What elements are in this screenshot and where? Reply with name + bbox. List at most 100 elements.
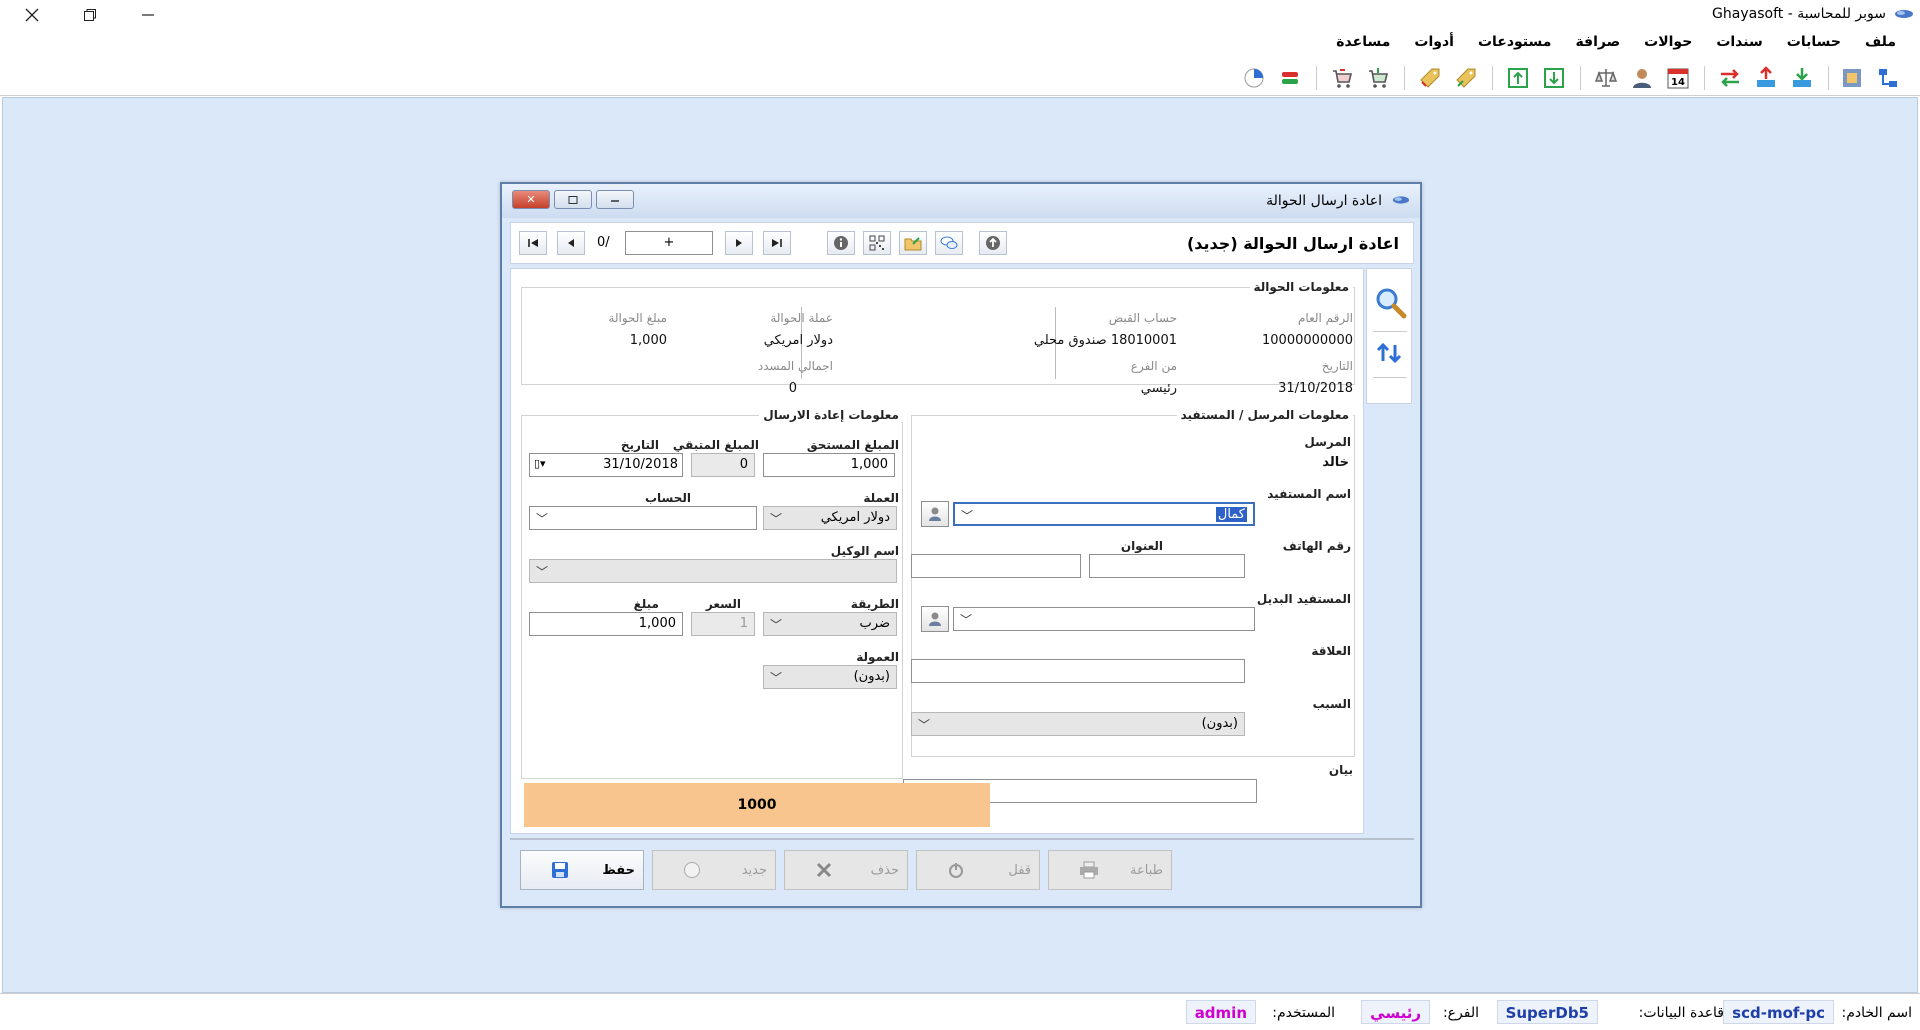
menu-help[interactable]: مساعدة <box>1324 30 1402 58</box>
qr-code-icon[interactable] <box>863 231 891 255</box>
card-icon[interactable] <box>1840 66 1864 90</box>
menu-exchange[interactable]: صرافة <box>1563 30 1632 58</box>
print-button[interactable]: طباعة <box>1048 850 1172 890</box>
menu-accounts[interactable]: حسابات <box>1775 30 1853 58</box>
resend-currency-value: دولار امريكي <box>820 510 890 525</box>
general-no-label: الرقم العام <box>1297 311 1353 325</box>
calendar-icon[interactable]: 14 <box>1666 66 1690 90</box>
dialog-minimize-button[interactable] <box>596 190 634 209</box>
account-combo[interactable]: ﹀ <box>529 506 757 530</box>
resend-date-picker[interactable]: 31/10/2018 ▾▯ <box>529 453 683 477</box>
agent-combo[interactable]: ﹀ <box>529 559 897 583</box>
app-logo-icon <box>1895 10 1913 18</box>
new-button[interactable]: جديد <box>652 850 776 890</box>
dialog-title: اعادة ارسال الحوالة <box>1266 193 1382 209</box>
menu-bar: ملف حسابات سندات حوالات صرافة مستودعات أ… <box>0 30 1920 58</box>
app-title: سوبر للمحاسبة - Ghayasoft <box>1712 6 1886 22</box>
address-input[interactable] <box>911 554 1081 578</box>
chevron-down-icon: ﹀ <box>961 509 974 523</box>
upload-circle-icon[interactable] <box>979 231 1007 255</box>
menu-file[interactable]: ملف <box>1853 30 1908 58</box>
search-icon[interactable] <box>1373 285 1407 319</box>
delete-button[interactable]: حذف <box>784 850 908 890</box>
cart-icon[interactable] <box>1366 66 1390 90</box>
total-paid-label: اجمالي المسدد <box>757 359 833 373</box>
rate-label: السعر <box>705 597 741 611</box>
due-amount-input[interactable]: 1,000 <box>763 453 895 477</box>
printer-icon <box>1080 861 1098 879</box>
new-label: جديد <box>741 862 767 878</box>
sender-value: خالد <box>1322 455 1349 470</box>
transfer-icon[interactable] <box>1718 66 1742 90</box>
menu-warehouses[interactable]: مستودعات <box>1466 30 1563 58</box>
resend-info-title: معلومات إعادة الارسال <box>759 408 903 422</box>
alt-beneficiary-contact-button[interactable] <box>921 606 949 632</box>
date-label: التاريخ <box>1321 359 1353 373</box>
address-label: العنوان <box>1120 539 1163 553</box>
branch-value: رئيسي <box>1140 381 1177 396</box>
scale-icon[interactable] <box>1594 66 1618 90</box>
user-icon[interactable] <box>1630 66 1654 90</box>
tag2-icon[interactable] <box>1418 66 1442 90</box>
attachment-icon[interactable] <box>899 231 927 255</box>
phone-input[interactable] <box>1089 554 1245 578</box>
menu-tools[interactable]: أدوات <box>1402 30 1466 58</box>
beneficiary-combo[interactable]: كمال ﹀ <box>953 502 1255 526</box>
cart2-icon[interactable] <box>1330 66 1354 90</box>
tree-icon[interactable] <box>1876 66 1900 90</box>
first-record-button[interactable] <box>519 231 547 255</box>
restore-window-button[interactable] <box>78 4 102 26</box>
next-record-button[interactable] <box>725 231 753 255</box>
menu-vouchers[interactable]: سندات <box>1704 30 1774 58</box>
dialog-restore-button[interactable] <box>554 190 592 209</box>
method-combo[interactable]: ضرب ﹀ <box>763 612 897 636</box>
resend-transfer-dialog: اعادة ارسال الحوالة ✕ 0/ + اعادة ارسال ا… <box>500 182 1422 908</box>
resend-amount-value: 1,000 <box>638 616 676 631</box>
general-no-value: 10000000000 <box>1262 333 1353 348</box>
close-window-button[interactable] <box>20 4 44 26</box>
chevron-down-icon: ﹀ <box>770 671 783 685</box>
sender-info-section <box>911 415 1355 757</box>
minimize-window-button[interactable] <box>136 4 160 26</box>
comments-icon[interactable] <box>935 231 963 255</box>
beneficiary-label: اسم المستفيد <box>1267 487 1351 501</box>
transfer-currency-value: دولار امريكي <box>763 333 833 348</box>
swap-icon[interactable] <box>1375 341 1405 365</box>
pie-icon[interactable] <box>1242 66 1266 90</box>
due-amount-label: المبلغ المستحق <box>806 438 899 452</box>
server-value: scd-mof-pc <box>1723 1000 1834 1024</box>
chevron-down-icon: ﹀ <box>960 613 973 627</box>
database-label: قاعدة البيانات: <box>1638 1005 1724 1021</box>
download-icon[interactable] <box>1790 66 1814 90</box>
save-button[interactable]: حفظ <box>520 850 644 890</box>
beneficiary-contact-button[interactable] <box>921 501 949 527</box>
relation-input[interactable] <box>911 659 1245 683</box>
upload-icon[interactable] <box>1754 66 1778 90</box>
previous-record-button[interactable] <box>557 231 585 255</box>
account-label: الحساب <box>644 491 691 505</box>
commission-combo[interactable]: (بدون) ﹀ <box>763 665 897 689</box>
reason-value: (بدون) <box>1201 716 1238 731</box>
window-titlebar: سوبر للمحاسبة - Ghayasoft <box>0 0 1920 30</box>
dialog-close-button[interactable]: ✕ <box>512 190 550 209</box>
resend-currency-label: العملة <box>863 491 899 505</box>
last-record-button[interactable] <box>763 231 791 255</box>
transfer-info-title: معلومات الحوالة <box>1249 280 1353 294</box>
resend-amount-input[interactable]: 1,000 <box>529 612 683 636</box>
reason-combo[interactable]: (بدون) ﹀ <box>911 712 1245 736</box>
alt-beneficiary-combo[interactable]: ﹀ <box>953 607 1255 631</box>
resend-currency-combo[interactable]: دولار امريكي ﹀ <box>763 506 897 530</box>
tag-icon[interactable] <box>1454 66 1478 90</box>
statement-label: بيان <box>1328 763 1353 777</box>
server-label: اسم الخادم: <box>1841 1005 1912 1021</box>
menu-transfers[interactable]: حوالات <box>1632 30 1704 58</box>
info-button[interactable] <box>827 231 855 255</box>
method-label: الطريقة <box>850 597 899 611</box>
chevron-down-icon: ﹀ <box>770 512 783 526</box>
record-number-input[interactable]: + <box>625 231 713 255</box>
arrow-up-icon[interactable] <box>1506 66 1530 90</box>
exchange-icon[interactable] <box>1278 66 1302 90</box>
arrow-down-icon[interactable] <box>1542 66 1566 90</box>
delete-label: حذف <box>870 862 899 878</box>
lock-button[interactable]: قفل <box>916 850 1040 890</box>
